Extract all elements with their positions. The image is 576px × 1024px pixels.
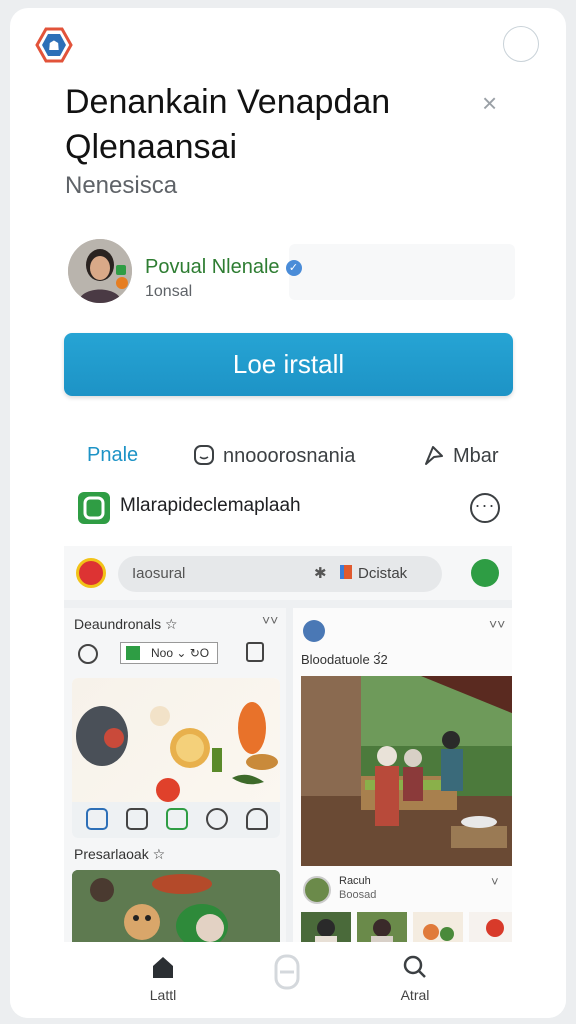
- action-share-label: Mbar: [453, 445, 499, 467]
- title-line-1: Denankain Venapdan: [65, 83, 391, 121]
- post-author-avatar: [303, 876, 331, 904]
- doc-icon: [340, 565, 352, 579]
- message-icon: [193, 444, 215, 472]
- bell-icon: [246, 808, 268, 830]
- app-name: Mlarapideclemaplaah: [120, 495, 301, 516]
- post-author-name: Racuh: [339, 875, 371, 887]
- preview-doc-chip: Dcistak: [340, 565, 407, 582]
- nav-library[interactable]: [272, 954, 302, 995]
- verified-badge-icon: ✓: [285, 260, 302, 276]
- author-meta: 1onsal: [145, 283, 193, 300]
- preview-left-collapse-icon: ˅˅: [262, 612, 279, 628]
- preview-right-heading: Bloodatuole 3́2: [301, 652, 388, 667]
- profile-circle-button[interactable]: [503, 26, 539, 62]
- preview-left-heading: Deaundronals ☆: [74, 616, 178, 632]
- food-illustration: [72, 678, 280, 802]
- nav-search-label: Atral: [400, 987, 430, 1003]
- action-pnale-label: Pnale: [87, 444, 139, 466]
- home-icon: [86, 808, 108, 830]
- preview-search-placeholder: Iaosural: [132, 565, 186, 582]
- bottom-navigation: Lattl Atral: [10, 942, 566, 1018]
- post-collapse-icon: ˅: [491, 874, 499, 889]
- app-logo-icon: ☗: [34, 26, 74, 64]
- nav-search[interactable]: Atral: [390, 954, 440, 1003]
- preview-card-icon-row: [72, 802, 280, 838]
- install-button[interactable]: Loe irstall: [64, 333, 513, 396]
- app-icon: [78, 492, 110, 524]
- app-detail-card: ☗ Denankain Venapdan Qlenaansai × Nenesi…: [10, 8, 566, 1018]
- svg-text:☗: ☗: [48, 39, 60, 54]
- preview-right-column: ˅˅ Bloodatuole 3́2 Racuh Boosad ˅: [293, 608, 512, 950]
- preview-refresh-icon: [78, 644, 98, 664]
- library-icon: [274, 954, 300, 990]
- preview-filter-chip: Noo ⌄ ↻O: [120, 642, 218, 664]
- preview-animal-card: [72, 870, 280, 950]
- author-avatar[interactable]: [68, 239, 132, 303]
- app-preview-screenshot: Iaosural ✱ Dcistak Deaundronals ☆ ˅˅ Noo…: [64, 546, 512, 950]
- preview-logo-icon: [76, 558, 106, 588]
- page-subtitle: Nenesisca: [65, 172, 178, 199]
- home-icon: [153, 957, 173, 978]
- preview-right-collapse-icon: ˅˅: [489, 616, 506, 632]
- author-name-text: Povual Nlenale: [145, 256, 280, 278]
- preview-left-column: Deaundronals ☆ ˅˅ Noo ⌄ ↻O Presarlaoak ☆: [64, 608, 286, 950]
- preview-toolbar: Iaosural ✱ Dcistak: [64, 546, 512, 600]
- close-icon[interactable]: ×: [482, 88, 497, 119]
- action-message-label: nnooorosnania: [223, 445, 356, 467]
- author-row-background: [289, 244, 515, 300]
- action-row: Pnale nnooorosnania Mbar: [65, 444, 515, 474]
- preview-filter-chip-label: Noo ⌄ ↻O: [151, 646, 210, 660]
- action-share[interactable]: Mbar: [423, 444, 499, 472]
- preview-search-bar: Iaosural ✱ Dcistak: [118, 556, 442, 592]
- mood-icon: [206, 808, 228, 830]
- page-title: Denankain Venapdan Qlenaansai: [65, 80, 465, 170]
- author-row[interactable]: Povual Nlenale ✓ 1onsal: [65, 238, 515, 308]
- more-options-icon[interactable]: ···: [470, 493, 500, 523]
- nav-home[interactable]: Lattl: [138, 954, 188, 1003]
- preview-right-avatar: [303, 620, 325, 642]
- preview-food-card: [72, 678, 280, 838]
- action-pnale[interactable]: Pnale: [87, 444, 138, 467]
- edit-icon: [126, 808, 148, 830]
- nav-home-label: Lattl: [149, 987, 177, 1003]
- app-row[interactable]: Mlarapideclemaplaah ···: [78, 490, 518, 526]
- market-stall-photo: [301, 676, 512, 866]
- search-icon: [403, 955, 426, 978]
- author-name[interactable]: Povual Nlenale ✓: [145, 256, 302, 279]
- plant-icon: [166, 808, 188, 830]
- preview-plant-icon: [471, 559, 499, 587]
- preview-doc-label: Dcistak: [358, 565, 408, 582]
- filter-chip-icon: [126, 646, 140, 660]
- preview-left-heading-2: Presarlaoak ☆: [74, 846, 166, 862]
- post-author-sub: Boosad: [339, 889, 377, 901]
- share-icon: [423, 444, 445, 472]
- action-message[interactable]: nnooorosnania: [193, 444, 355, 472]
- preview-notification-icon: [246, 642, 264, 662]
- title-line-2: Qlenaansai: [65, 128, 238, 166]
- preview-star-icon: ✱: [314, 565, 327, 582]
